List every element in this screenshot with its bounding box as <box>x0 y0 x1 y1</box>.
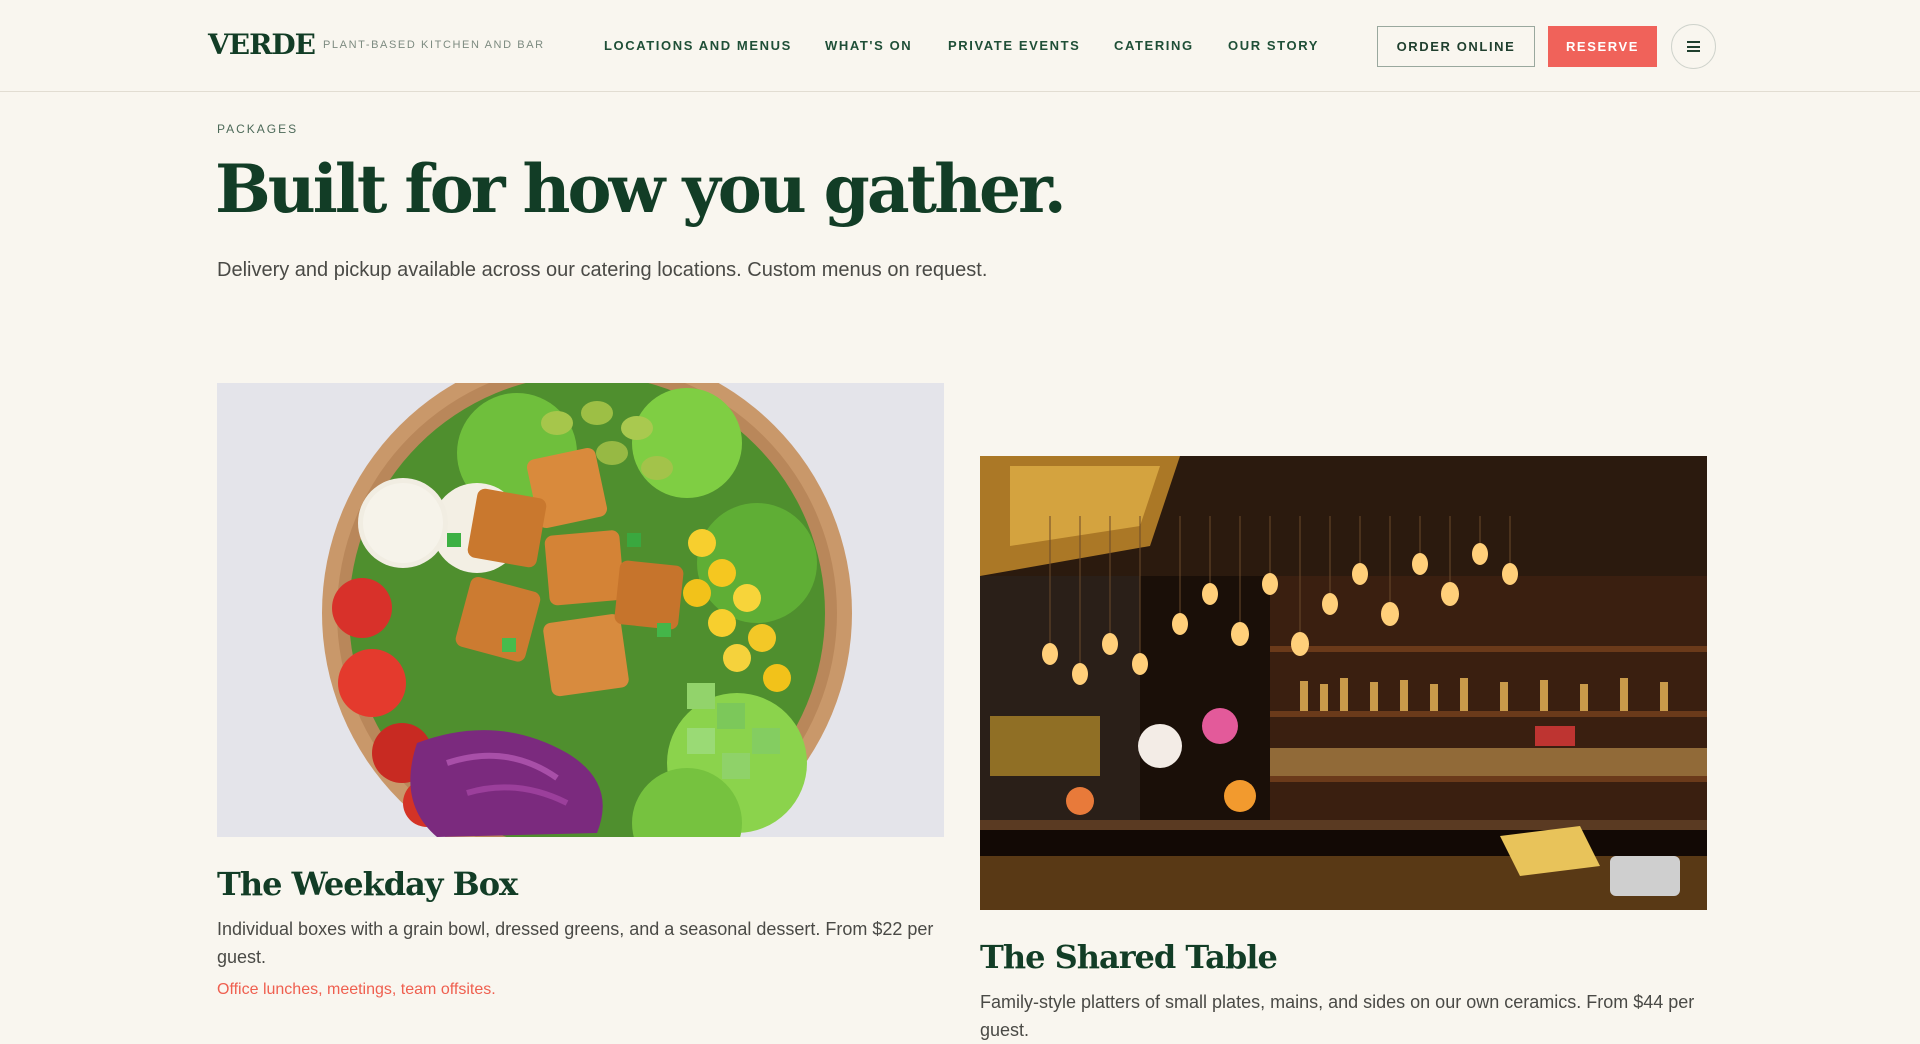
card-description: Family-style platters of small plates, m… <box>980 992 1695 1040</box>
logo[interactable]: VERDE <box>208 28 316 61</box>
page-subtitle: Delivery and pickup available across our… <box>217 259 988 281</box>
reserve-button[interactable]: RESERVE <box>1548 26 1657 67</box>
package-card-shared-table[interactable]: The Shared Table Family-style platters o… <box>980 456 1707 1044</box>
nav-link-locations-and-menus[interactable]: LOCATIONS AND MENUS <box>604 38 792 53</box>
bar-interior-photo <box>980 456 1707 910</box>
card-title[interactable]: The Weekday Box <box>217 865 944 903</box>
nav-link-private-events[interactable]: PRIVATE EVENTS <box>948 38 1080 53</box>
card-description: Individual boxes with a grain bowl, dres… <box>217 919 934 967</box>
card-tags: Office lunches, meetings, team offsites. <box>217 981 496 998</box>
package-card-weekday-box[interactable]: The Weekday Box Individual boxes with a … <box>217 383 944 999</box>
grain-bowl-photo <box>217 383 944 837</box>
tagline: PLANT-BASED KITCHEN AND BAR <box>323 39 545 51</box>
hamburger-menu-icon <box>1687 41 1700 52</box>
nav-link-our-story[interactable]: OUR STORY <box>1228 38 1319 53</box>
site-header: VERDE PLANT-BASED KITCHEN AND BAR LOCATI… <box>0 0 1920 92</box>
page-title: Built for how you gather. <box>215 150 1067 228</box>
nav-link-whats-on[interactable]: WHAT'S ON <box>825 38 912 53</box>
card-title[interactable]: The Shared Table <box>980 938 1707 976</box>
order-online-button[interactable]: ORDER ONLINE <box>1377 26 1535 67</box>
menu-button[interactable] <box>1671 24 1716 69</box>
nav-link-catering[interactable]: CATERING <box>1114 38 1194 53</box>
section-eyebrow: PACKAGES <box>217 122 299 136</box>
